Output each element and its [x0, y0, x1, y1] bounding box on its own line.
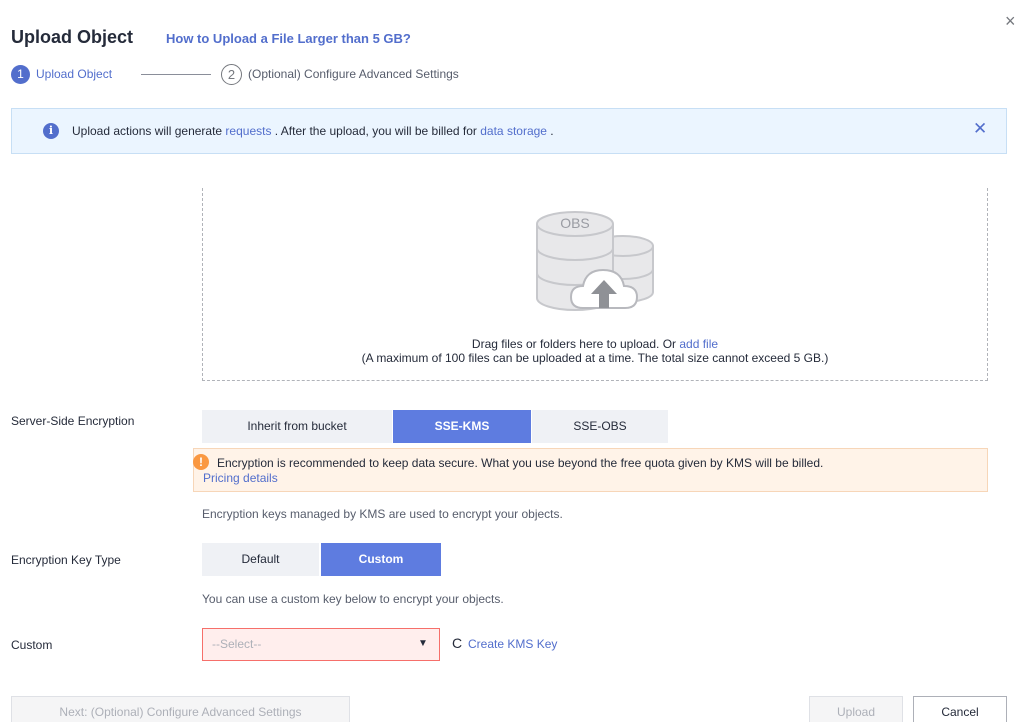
warning-icon: ! [193, 454, 209, 470]
step-1-number: 1 [11, 65, 30, 84]
banner-close-icon[interactable]: ✕ [973, 120, 987, 138]
pricing-details-link[interactable]: Pricing details [203, 471, 278, 485]
info-icon: i [43, 123, 59, 139]
step-2-number: 2 [221, 64, 242, 85]
large-file-help-link[interactable]: How to Upload a File Larger than 5 GB? [166, 31, 411, 46]
banner-text-before: Upload actions will generate [72, 124, 226, 138]
refresh-icon[interactable]: C [452, 635, 462, 651]
banner-text-middle: . After the upload, you will be billed f… [271, 124, 481, 138]
sse-label: Server-Side Encryption [11, 414, 135, 428]
key-type-default-button[interactable]: Default [202, 543, 319, 576]
custom-key-label: Custom [11, 638, 53, 652]
chevron-down-icon: ▼ [418, 638, 428, 649]
next-step-button[interactable]: Next: (Optional) Configure Advanced Sett… [11, 696, 350, 722]
drop-instructions: Drag files or folders here to upload. Or… [202, 337, 988, 351]
obs-upload-icon: OBS [536, 211, 654, 311]
requests-link[interactable]: requests [225, 124, 271, 138]
sse-kms-button[interactable]: SSE-KMS [393, 410, 531, 443]
upload-limit-note: (A maximum of 100 files can be uploaded … [361, 351, 829, 365]
banner-text-after: . [546, 124, 554, 138]
sse-inherit-button[interactable]: Inherit from bucket [202, 410, 392, 443]
sse-helper-text: Encryption keys managed by KMS are used … [202, 507, 563, 521]
sse-obs-button[interactable]: SSE-OBS [532, 410, 668, 443]
step-2-label: (Optional) Configure Advanced Settings [248, 67, 459, 81]
upload-button[interactable]: Upload [809, 696, 903, 722]
key-type-label: Encryption Key Type [11, 553, 121, 567]
drop-instructions-text: Drag files or folders here to upload. Or [471, 337, 680, 351]
add-file-link[interactable]: add file [679, 337, 718, 351]
key-type-helper-text: You can use a custom key below to encryp… [202, 592, 504, 606]
data-storage-link[interactable]: data storage [480, 124, 547, 138]
key-type-custom-button[interactable]: Custom [321, 543, 441, 576]
encryption-warning [193, 448, 988, 492]
kms-key-select-placeholder: --Select-- [212, 637, 262, 651]
cancel-button[interactable]: Cancel [913, 696, 1007, 722]
step-1-label: Upload Object [36, 67, 113, 81]
close-dialog-icon[interactable]: × [1005, 12, 1016, 30]
billing-info-text: Upload actions will generate requests . … [72, 124, 554, 138]
encryption-warning-text: Encryption is recommended to keep data s… [217, 456, 824, 470]
dialog-title: Upload Object [11, 27, 134, 47]
step-connector [141, 74, 211, 75]
create-kms-key-link[interactable]: Create KMS Key [468, 637, 557, 651]
obs-graphic-label: OBS [560, 215, 590, 231]
